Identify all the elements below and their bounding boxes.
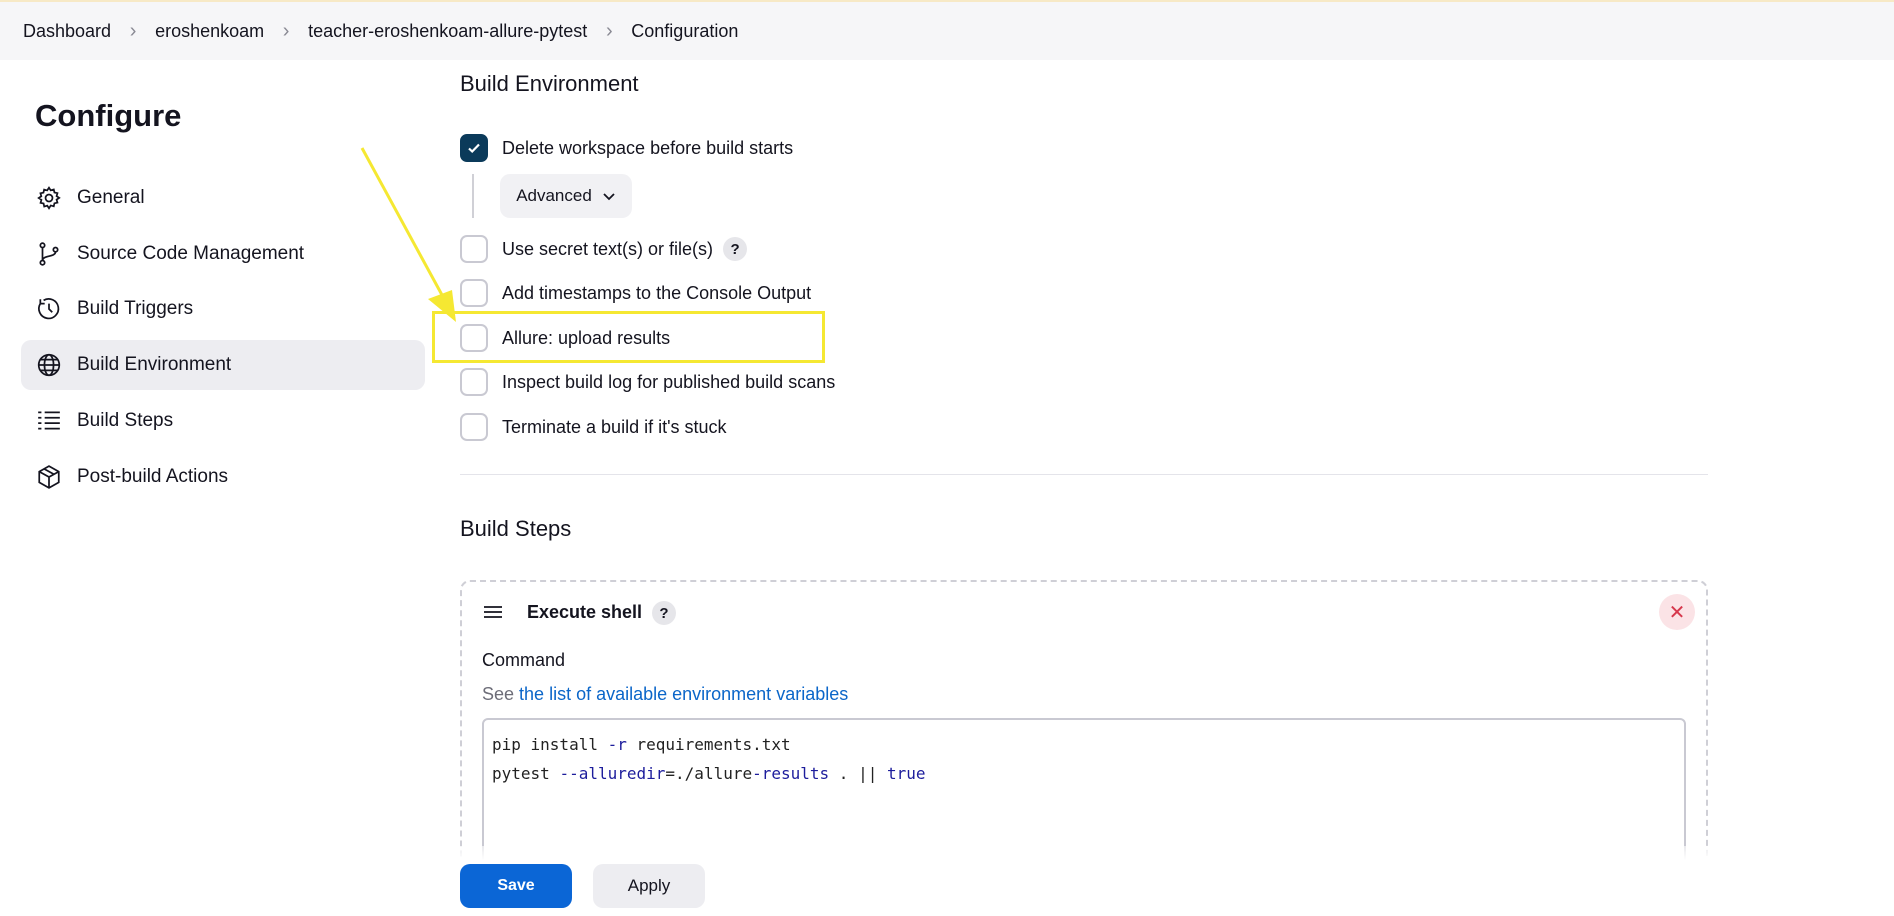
- sidebar-item-label: General: [77, 187, 145, 208]
- globe-icon: [35, 351, 63, 379]
- chevron-right-icon: ›: [605, 19, 613, 42]
- chevron-right-icon: ›: [129, 19, 137, 42]
- annotation-highlight-box: [432, 311, 825, 363]
- sidebar-item-label: Post-build Actions: [77, 466, 229, 487]
- git-branch-icon: [35, 240, 63, 268]
- sidebar-item-general[interactable]: General: [21, 173, 425, 223]
- clock-icon: [35, 295, 63, 323]
- checkbox-terminate-stuck[interactable]: [460, 413, 488, 441]
- drag-handle-icon[interactable]: [482, 601, 504, 623]
- check-icon: [468, 143, 480, 154]
- section-divider: [460, 474, 1708, 475]
- gear-icon: [35, 184, 63, 212]
- option-label: Add timestamps to the Console Output: [502, 282, 812, 303]
- sidebar-item-build-triggers[interactable]: Build Triggers: [21, 284, 425, 334]
- chevron-down-icon: [602, 189, 616, 203]
- option-label: Delete workspace before build starts: [502, 137, 794, 158]
- option-terminate-stuck: Terminate a build if it's stuck: [460, 412, 727, 442]
- checkbox-inspect-build-log[interactable]: [460, 368, 488, 396]
- sidebar-item-build-environment[interactable]: Build Environment: [21, 340, 425, 390]
- checkbox-timestamps[interactable]: [460, 279, 488, 307]
- command-line: pytest --alluredir=./allure-results . ||…: [492, 764, 926, 783]
- step-title: Execute shell: [527, 602, 643, 622]
- option-label: Use secret text(s) or file(s): [502, 238, 714, 259]
- breadcrumb: Dashboard › eroshenkoam › teacher-eroshe…: [0, 0, 1894, 60]
- breadcrumb-dashboard[interactable]: Dashboard: [23, 21, 111, 42]
- sidebar-item-label: Build Environment: [77, 354, 232, 375]
- chevron-right-icon: ›: [282, 19, 290, 42]
- build-environment-title: Build Environment: [460, 71, 639, 96]
- sidebar-item-source-code-management[interactable]: Source Code Management: [21, 229, 425, 279]
- sidebar-item-build-steps[interactable]: Build Steps: [21, 396, 425, 446]
- page-title: Configure: [35, 98, 182, 133]
- hint-prefix: See: [482, 684, 515, 704]
- footer-bar: [0, 846, 1894, 916]
- checkbox-secret-text[interactable]: [460, 235, 488, 263]
- package-icon: [35, 463, 63, 491]
- apply-button[interactable]: Apply: [593, 864, 705, 908]
- breadcrumb-user[interactable]: eroshenkoam: [155, 21, 264, 42]
- option-inspect-build-log: Inspect build log for published build sc…: [460, 367, 835, 397]
- advanced-divider: [472, 174, 474, 218]
- env-variables-link[interactable]: the list of available environment variab…: [519, 684, 848, 704]
- option-timestamps: Add timestamps to the Console Output: [460, 278, 811, 308]
- list-icon: [35, 407, 63, 435]
- advanced-label: Advanced: [516, 186, 592, 205]
- advanced-button[interactable]: Advanced: [500, 174, 632, 218]
- save-button[interactable]: Save: [460, 864, 572, 908]
- option-label: Terminate a build if it's stuck: [502, 416, 727, 437]
- command-label: Command: [482, 650, 566, 670]
- option-secret-text: Use secret text(s) or file(s) ?: [460, 234, 748, 264]
- option-delete-workspace: Delete workspace before build starts: [460, 133, 793, 163]
- command-line: pip install -r requirements.txt: [492, 735, 791, 754]
- help-icon[interactable]: ?: [652, 601, 676, 625]
- sidebar-item-label: Build Triggers: [77, 298, 194, 319]
- sidebar-item-label: Build Steps: [77, 410, 174, 431]
- breadcrumb-job[interactable]: teacher-eroshenkoam-allure-pytest: [308, 21, 587, 42]
- help-icon[interactable]: ?: [723, 237, 748, 261]
- sidebar-item-label: Source Code Management: [77, 243, 305, 264]
- close-icon[interactable]: ✕: [1659, 594, 1695, 630]
- sidebar-item-post-build-actions[interactable]: Post-build Actions: [21, 452, 425, 502]
- breadcrumb-configuration[interactable]: Configuration: [631, 21, 738, 42]
- option-label: Inspect build log for published build sc…: [502, 371, 836, 392]
- command-hint: See the list of available environment va…: [482, 684, 848, 705]
- build-steps-title: Build Steps: [460, 516, 572, 541]
- checkbox-delete-workspace[interactable]: [460, 134, 488, 162]
